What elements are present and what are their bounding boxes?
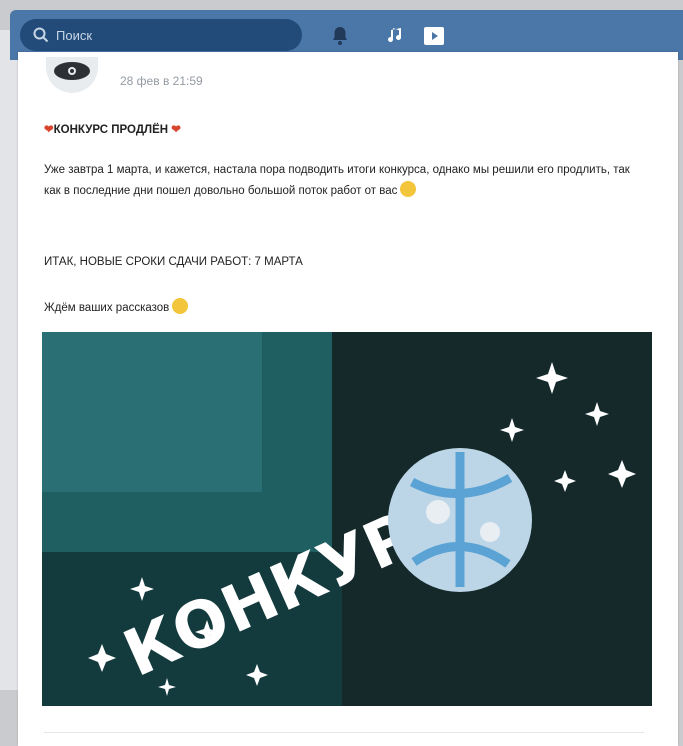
smile-emoji-icon	[400, 181, 417, 197]
post-deadline: ИТАК, НОВЫЕ СРОКИ СДАЧИ РАБОТ: 7 МАРТА	[44, 256, 303, 268]
post-body-line: Уже завтра 1 марта, и кажется, настала п…	[44, 160, 644, 202]
photo-illustration: КОНКУРС	[42, 332, 652, 706]
post-wait-line: Ждём ваших рассказов	[44, 298, 644, 319]
search-input[interactable]: Поиск	[20, 19, 302, 51]
post-title-line: ❤КОНКУРС ПРОДЛЁН ❤	[44, 120, 644, 141]
search-placeholder: Поиск	[56, 27, 93, 43]
search-icon	[33, 27, 49, 43]
bell-icon[interactable]	[328, 24, 352, 48]
avatar[interactable]	[46, 57, 98, 93]
music-icon[interactable]	[384, 24, 408, 48]
wall-post: 28 фев в 21:59 ❤КОНКУРС ПРОДЛЁН ❤ Уже за…	[18, 52, 678, 746]
heart-icon: ❤	[44, 124, 54, 136]
post-body: Уже завтра 1 марта, и кажется, настала п…	[44, 164, 630, 197]
post-footer-divider	[44, 732, 644, 733]
post-wait-text: Ждём ваших рассказов	[44, 302, 170, 314]
post-date[interactable]: 28 фев в 21:59	[120, 74, 203, 88]
heart-icon: ❤	[171, 124, 181, 136]
post-title: КОНКУРС ПРОДЛЁН	[53, 124, 169, 136]
video-icon[interactable]	[422, 24, 446, 48]
post-photo[interactable]: КОНКУРС	[42, 332, 652, 706]
smile-emoji-icon	[172, 298, 189, 314]
